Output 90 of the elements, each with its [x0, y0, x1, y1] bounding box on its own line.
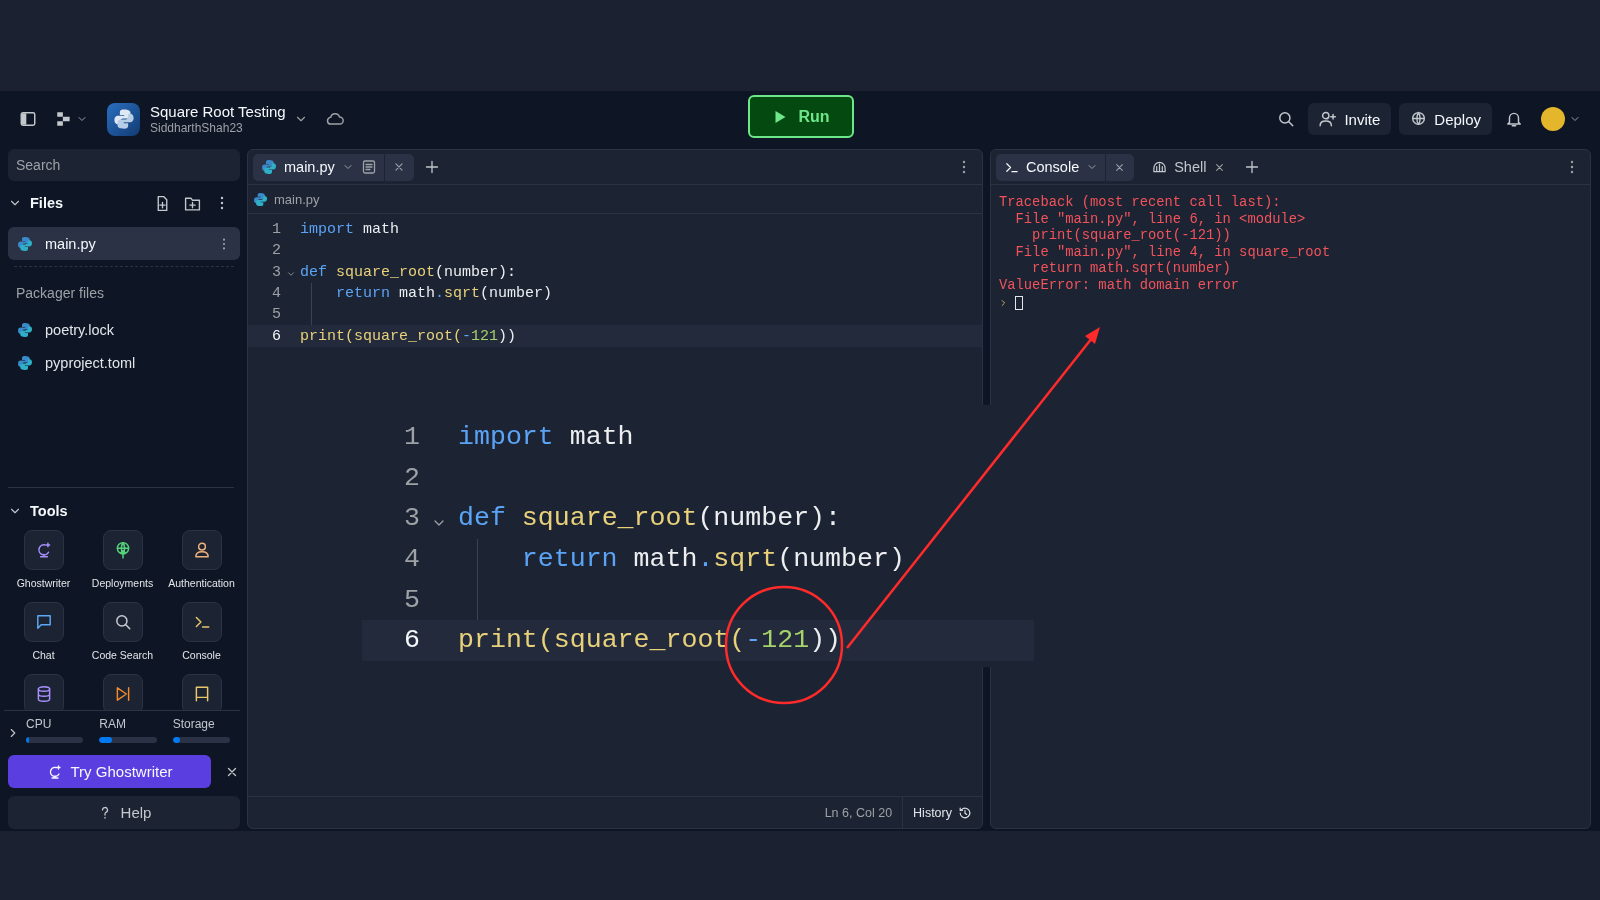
file-item[interactable]: pyproject.toml: [8, 346, 240, 379]
tool-button[interactable]: [181, 530, 222, 570]
cloud-icon: [325, 110, 344, 128]
code-line: def square_root(number):: [300, 263, 517, 281]
panel-tab[interactable]: Console: [996, 153, 1135, 181]
avatar: [1541, 107, 1565, 131]
panel-tab[interactable]: Shell: [1144, 153, 1235, 181]
line-number: 1: [271, 221, 281, 239]
line-number: 2: [403, 462, 420, 493]
code-line: import math: [300, 221, 400, 239]
project-owner: SiddharthShah23: [150, 120, 244, 136]
text-cursor: [1015, 296, 1023, 311]
code-line: import math: [458, 422, 634, 453]
console-output-line: print(square_root(-121)): [1031, 228, 1232, 245]
console-output-line: return math.sqrt(number): [1031, 261, 1232, 278]
tool-label: Chat: [32, 649, 55, 661]
console-output-line: ValueError: math domain error: [999, 277, 1241, 295]
code-line: return math.sqrt(number): [521, 544, 905, 575]
line-number: 5: [403, 584, 420, 615]
tool-label: Authentication: [168, 577, 235, 589]
search-field[interactable]: Search: [8, 149, 240, 181]
add-tab-icon[interactable]: [423, 159, 440, 175]
add-person-icon: [1319, 110, 1338, 128]
breadcrumb[interactable]: main.py: [274, 191, 320, 207]
tool-label: Ghostwriter: [16, 577, 71, 589]
search-icon: [113, 613, 132, 631]
file-item[interactable]: main.py: [8, 227, 240, 260]
line-number: 5: [271, 306, 281, 324]
tool-button[interactable]: [23, 530, 64, 570]
new-folder-icon[interactable]: [184, 194, 201, 212]
file-tab[interactable]: main.py: [253, 153, 414, 181]
resource-label: RAM: [99, 717, 127, 731]
invite-button[interactable]: Invite: [1308, 103, 1392, 135]
line-number: 4: [271, 285, 281, 303]
line-number: 1: [403, 422, 420, 453]
line-number: 3: [403, 503, 420, 534]
resource-label: CPU: [26, 717, 53, 731]
line-number: 6: [403, 625, 420, 656]
code-line: print(square_root(-121)): [300, 327, 517, 345]
add-tab-icon[interactable]: [1244, 159, 1261, 175]
tool-button[interactable]: [102, 602, 143, 642]
python-logo-icon: [261, 159, 277, 175]
document-icon[interactable]: [360, 159, 377, 175]
python-logo-icon: [17, 354, 33, 371]
tool-button[interactable]: [23, 602, 64, 642]
resource-label: Storage: [172, 717, 216, 731]
try-ghostwriter-button[interactable]: Try Ghostwriter: [8, 755, 211, 788]
deploy-button[interactable]: Deploy: [1399, 103, 1492, 135]
files-section-toggle[interactable]: Files: [8, 192, 64, 214]
code-line: def square_root(number):: [458, 503, 842, 534]
tool-label: Code Search: [91, 649, 154, 661]
tool-button[interactable]: [23, 674, 64, 710]
shell-icon: [1152, 159, 1168, 175]
chat-bubble-icon: [34, 613, 53, 631]
python-logo-icon: [17, 321, 33, 338]
python-logo-icon: [112, 108, 135, 130]
python-logo-icon: [17, 235, 33, 252]
console-output-line: Traceback (most recent call last):: [999, 195, 1282, 212]
tool-label: Console: [182, 649, 221, 661]
resource-meter: [99, 737, 157, 743]
tool-button[interactable]: [102, 530, 143, 570]
run-button[interactable]: Run: [748, 95, 854, 138]
person-icon: [192, 541, 211, 559]
line-number: 4: [403, 544, 420, 575]
code-line: return math.sqrt(number): [336, 285, 553, 303]
globe-icon: [1410, 110, 1428, 128]
logo-icon: [55, 110, 73, 128]
search-icon: [1277, 110, 1296, 128]
help-button[interactable]: Help: [8, 796, 240, 829]
tool-button[interactable]: [102, 674, 143, 710]
packager-files-heading: Packager files: [15, 284, 105, 303]
line-number: 2: [271, 242, 281, 260]
tool-button[interactable]: [181, 674, 222, 710]
file-name: main.py: [45, 235, 97, 252]
bell-icon: [1505, 110, 1523, 128]
history-button[interactable]: History: [902, 797, 972, 828]
cursor-position: Ln 6, Col 20: [824, 805, 894, 820]
project-title[interactable]: Square Root Testing: [150, 102, 286, 121]
tools-section-toggle[interactable]: Tools: [8, 500, 240, 522]
file-item[interactable]: poetry.lock: [8, 313, 240, 346]
console-output-line: File "main.py", line 4, in square_root: [1014, 244, 1332, 261]
line-number: 3: [271, 263, 281, 281]
console-output-line: File "main.py", line 6, in <module>: [1014, 211, 1307, 228]
resource-meter: [26, 737, 84, 743]
history-icon: [958, 805, 972, 820]
resource-meter: [172, 737, 230, 743]
sidebar-icon: [19, 110, 37, 128]
line-number: 6: [271, 327, 281, 345]
python-logo-icon: [253, 191, 268, 207]
tool-label: Deployments: [91, 577, 154, 589]
